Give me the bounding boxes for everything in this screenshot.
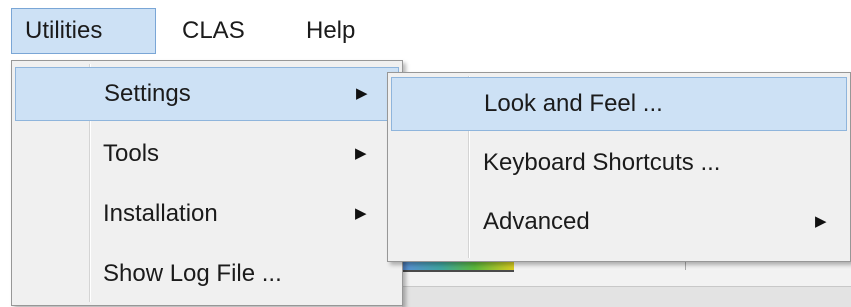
submenu-arrow-icon: ▶: [815, 213, 827, 230]
submenu-arrow-icon: ▶: [355, 145, 367, 162]
menu-item-installation[interactable]: Installation ▶: [15, 187, 399, 241]
menu-item-look-and-feel-label: Look and Feel ...: [484, 90, 663, 117]
menu-item-show-log-file[interactable]: Show Log File ...: [15, 247, 399, 301]
menu-item-advanced-label: Advanced: [483, 208, 590, 235]
menu-help-label: Help: [306, 17, 356, 44]
menu-clas[interactable]: CLAS: [168, 8, 259, 54]
menu-item-keyboard-shortcuts-label: Keyboard Shortcuts ...: [483, 149, 721, 176]
menu-item-look-and-feel[interactable]: Look and Feel ...: [391, 77, 847, 131]
menu-item-keyboard-shortcuts[interactable]: Keyboard Shortcuts ...: [391, 136, 847, 190]
menu-item-show-log-file-label: Show Log File ...: [103, 260, 282, 287]
menu-item-installation-label: Installation: [103, 200, 218, 227]
menu-item-settings[interactable]: Settings ▶: [15, 67, 399, 121]
color-scale-baseline: [402, 270, 514, 272]
settings-submenu: Look and Feel ... Keyboard Shortcuts ...…: [387, 72, 851, 262]
menu-item-tools[interactable]: Tools ▶: [15, 127, 399, 181]
menu-bar: Utilities CLAS Help: [0, 0, 851, 62]
menu-clas-label: CLAS: [182, 17, 245, 44]
menu-utilities-label: Utilities: [25, 17, 103, 44]
background-footer: [402, 286, 851, 307]
menu-help[interactable]: Help: [292, 8, 369, 54]
menu-item-advanced[interactable]: Advanced ▶: [391, 195, 847, 249]
menu-item-tools-label: Tools: [103, 140, 160, 167]
menu-item-settings-label: Settings: [104, 80, 191, 107]
utilities-dropdown: Settings ▶ Tools ▶ Installation ▶ Show L…: [11, 60, 403, 306]
submenu-arrow-icon: ▶: [356, 85, 368, 102]
menu-utilities[interactable]: Utilities: [11, 8, 156, 54]
submenu-arrow-icon: ▶: [355, 205, 367, 222]
